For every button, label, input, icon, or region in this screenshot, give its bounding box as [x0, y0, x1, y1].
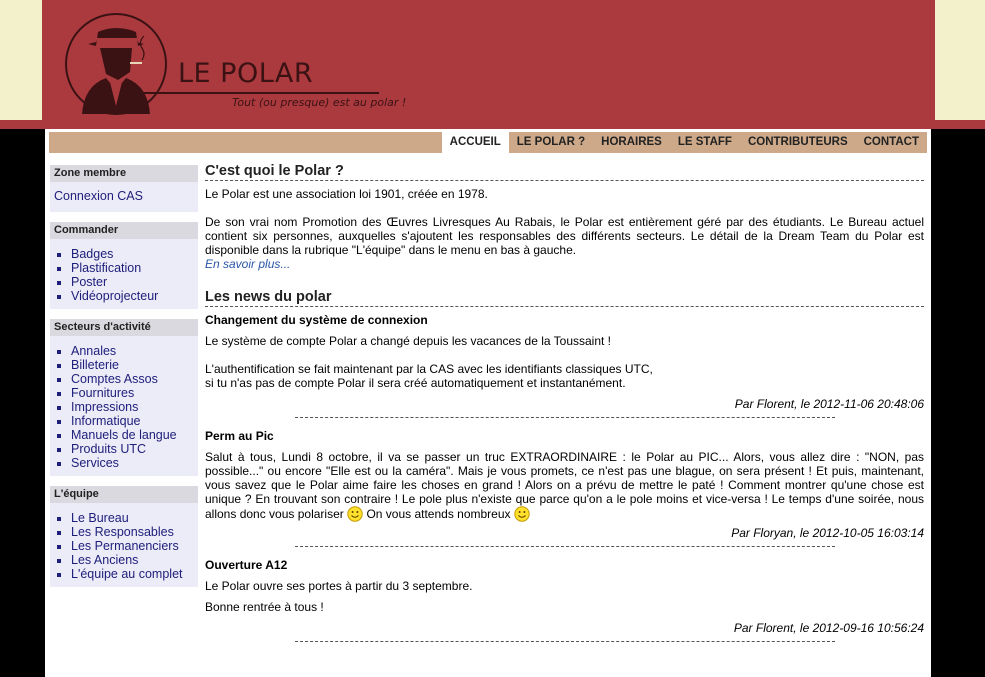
- news-body: si tu n'as pas de compte Polar il sera c…: [205, 376, 626, 390]
- sidebar-item-poster[interactable]: Poster: [71, 275, 194, 289]
- block-secteurs: Secteurs d'activité Annales Billeterie C…: [50, 319, 198, 476]
- news-body: Bonne rentrée à tous !: [205, 600, 324, 614]
- nav-item-contributeurs[interactable]: CONTRIBUTEURS: [740, 132, 856, 153]
- news-item: Changement du système de connexion Le sy…: [205, 313, 924, 418]
- block-commander: Commander Badges Plastification Poster V…: [50, 222, 198, 309]
- sidebar-item-equipe-complet[interactable]: L'équipe au complet: [71, 567, 194, 581]
- news-body-text: On vous attends nombreux: [366, 507, 511, 521]
- title-underline: [136, 92, 379, 94]
- sidebar-item-videoprojecteur[interactable]: Vidéoprojecteur: [71, 289, 194, 303]
- right-margin-band: [935, 0, 985, 120]
- header-bottom-strip: [0, 120, 985, 129]
- news-separator: [295, 641, 835, 642]
- nav-list: ACCUEIL LE POLAR ? HORAIRES LE STAFF CON…: [441, 132, 927, 153]
- sidebar-item-comptes-assos[interactable]: Comptes Assos: [71, 372, 194, 386]
- equipe-list: Le Bureau Les Responsables Les Permanenc…: [54, 511, 194, 581]
- news-body: Le système de compte Polar a changé depu…: [205, 334, 612, 348]
- nav-item-le-staff[interactable]: LE STAFF: [670, 132, 740, 153]
- sidebar-item-annales[interactable]: Annales: [71, 344, 194, 358]
- block-title: Commander: [50, 222, 198, 239]
- nav-item-contact[interactable]: CONTACT: [856, 132, 927, 153]
- sidebar-item-les-responsables[interactable]: Les Responsables: [71, 525, 194, 539]
- detective-logo-icon[interactable]: [60, 10, 180, 120]
- news-title: Ouverture A12: [205, 558, 288, 572]
- news-section-title: Les news du polar: [205, 289, 924, 307]
- block-title: L'équipe: [50, 486, 198, 503]
- sidebar-item-produits-utc[interactable]: Produits UTC: [71, 442, 194, 456]
- news-body: Le Polar ouvre ses portes à partir du 3 …: [205, 579, 473, 593]
- news-body-text: Salut à tous, Lundi 8 octobre, il va se …: [205, 450, 924, 521]
- read-more-link[interactable]: En savoir plus...: [205, 257, 924, 271]
- about-paragraph-1: Le Polar est une association loi 1901, c…: [205, 187, 488, 201]
- news-separator: [295, 546, 835, 547]
- secteurs-list: Annales Billeterie Comptes Assos Fournit…: [54, 344, 194, 470]
- nav-item-horaires[interactable]: HORAIRES: [593, 132, 670, 153]
- sidebar-item-les-anciens[interactable]: Les Anciens: [71, 553, 194, 567]
- news-item: Perm au Pic Salut à tous, Lundi 8 octobr…: [205, 429, 924, 547]
- news-body: L'authentification se fait maintenant pa…: [205, 362, 653, 376]
- left-margin-band: [0, 0, 42, 120]
- nav-item-accueil[interactable]: ACCUEIL: [441, 132, 509, 153]
- news-meta: Par Floryan, le 2012-10-05 16:03:14: [731, 526, 924, 540]
- sidebar-item-manuels-de-langue[interactable]: Manuels de langue: [71, 428, 194, 442]
- site-tagline: Tout (ou presque) est au polar !: [232, 96, 407, 109]
- news-title: Changement du système de connexion: [205, 313, 428, 327]
- about-paragraph-2: De son vrai nom Promotion des Œuvres Liv…: [205, 215, 924, 257]
- sidebar-item-services[interactable]: Services: [71, 456, 194, 470]
- sidebar-item-plastification[interactable]: Plastification: [71, 261, 194, 275]
- main-page: ACCUEIL LE POLAR ? HORAIRES LE STAFF CON…: [45, 129, 931, 677]
- main-navigation: ACCUEIL LE POLAR ? HORAIRES LE STAFF CON…: [49, 132, 927, 153]
- news-separator: [295, 417, 835, 418]
- smiley-icon: [347, 506, 363, 522]
- commander-list: Badges Plastification Poster Vidéoprojec…: [54, 247, 194, 303]
- news-meta: Par Florent, le 2012-09-16 10:56:24: [733, 621, 924, 635]
- news-body: Salut à tous, Lundi 8 octobre, il va se …: [205, 450, 924, 522]
- sidebar-item-fournitures[interactable]: Fournitures: [71, 386, 194, 400]
- sidebar-item-le-bureau[interactable]: Le Bureau: [71, 511, 194, 525]
- sidebar-item-billeterie[interactable]: Billeterie: [71, 358, 194, 372]
- site-title[interactable]: LE POLAR: [178, 58, 313, 89]
- block-title: Secteurs d'activité: [50, 319, 198, 336]
- news-item: Ouverture A12 Le Polar ouvre ses portes …: [205, 558, 924, 642]
- smiley-icon: [514, 506, 530, 522]
- block-zone-membre: Zone membre Connexion CAS: [50, 165, 198, 212]
- about-title: C'est quoi le Polar ?: [205, 163, 924, 181]
- sidebar-item-badges[interactable]: Badges: [71, 247, 194, 261]
- sidebar-item-informatique[interactable]: Informatique: [71, 414, 194, 428]
- main-content: C'est quoi le Polar ? Le Polar est une a…: [205, 163, 924, 642]
- block-equipe: L'équipe Le Bureau Les Responsables Les …: [50, 486, 198, 587]
- nav-item-le-polar[interactable]: LE POLAR ?: [509, 132, 593, 153]
- news-meta: Par Florent, le 2012-11-06 20:48:06: [734, 397, 924, 411]
- sidebar-item-les-permanenciers[interactable]: Les Permanenciers: [71, 539, 194, 553]
- sidebar-item-impressions[interactable]: Impressions: [71, 400, 194, 414]
- connexion-cas-link[interactable]: Connexion CAS: [54, 186, 194, 206]
- sidebar: Zone membre Connexion CAS Commander Badg…: [50, 165, 198, 597]
- news-title: Perm au Pic: [205, 429, 274, 443]
- block-title: Zone membre: [50, 165, 198, 182]
